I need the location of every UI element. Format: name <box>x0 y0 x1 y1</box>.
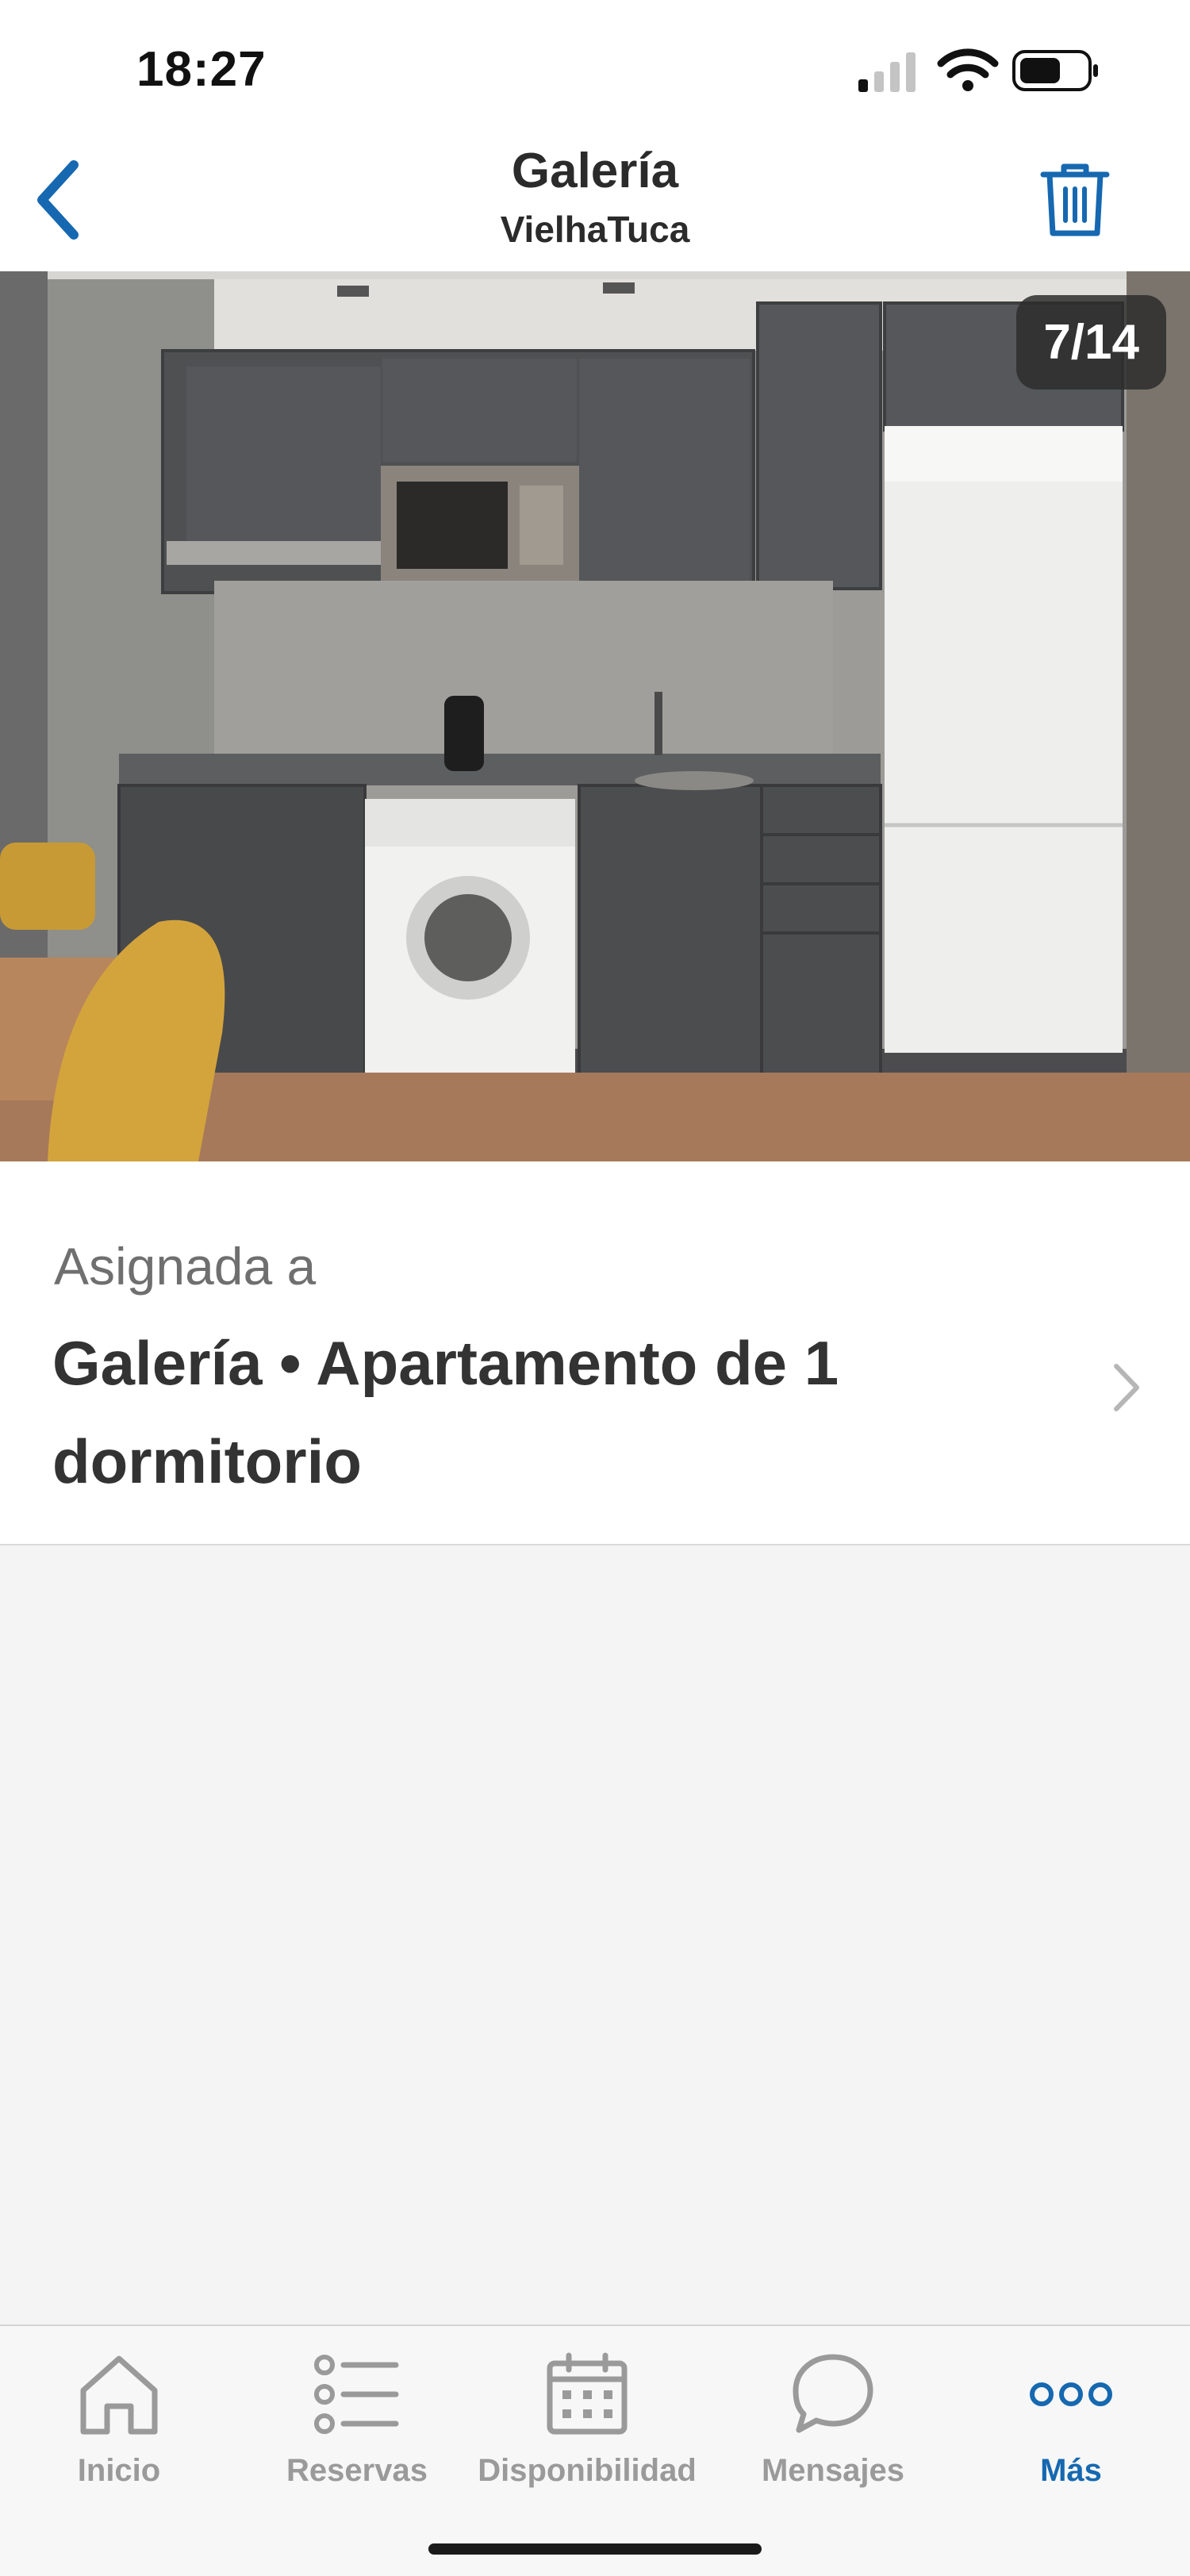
kitchen-photo[interactable]: 7/14 <box>0 271 1190 1161</box>
tab-label: Mensajes <box>761 2453 905 2488</box>
list-icon <box>314 2355 399 2434</box>
tab-disponibilidad[interactable]: Disponibilidad <box>476 2326 698 2516</box>
tab-label: Inicio <box>77 2453 161 2488</box>
battery-icon <box>1012 50 1098 91</box>
photo-counter: 7/14 <box>1016 295 1166 390</box>
assigned-label: Asignada a <box>54 1237 317 1296</box>
tab-label: Reservas <box>286 2453 428 2488</box>
status-bar: 18:27 <box>0 0 1190 135</box>
kitchen-image <box>0 271 1190 1161</box>
tab-inicio[interactable]: Inicio <box>48 2326 190 2516</box>
calendar-icon <box>547 2352 628 2435</box>
delete-photo-button[interactable] <box>1031 152 1119 248</box>
more-dots-icon <box>1030 2382 1112 2406</box>
navigation-header: Galería VielhaTuca <box>0 135 1190 271</box>
chevron-right-icon <box>1114 1364 1139 1411</box>
trash-icon <box>1040 163 1110 236</box>
page-title: Galería <box>511 144 679 198</box>
assigned-unit-row[interactable]: Asignada a Galería • Apartamento de 1 do… <box>0 1161 1190 1545</box>
assigned-unit-name: Galería • Apartamento de 1 dormitorio <box>52 1328 839 1496</box>
tab-mensajes[interactable]: Mensajes <box>746 2326 920 2516</box>
cellular-signal-icon <box>858 52 916 92</box>
chat-bubble-icon <box>793 2354 873 2433</box>
home-icon <box>80 2355 158 2435</box>
tab-label: Disponibilidad <box>478 2453 697 2488</box>
tab-mas[interactable]: Más <box>996 2326 1146 2516</box>
wifi-icon <box>937 48 999 91</box>
tab-reservas[interactable]: Reservas <box>274 2326 440 2516</box>
home-indicator <box>428 2543 762 2555</box>
page-subtitle: VielhaTuca <box>500 209 690 250</box>
bottom-tab-bar: Inicio Reservas Disponibilidad Mensajes … <box>0 2325 1190 2576</box>
tab-label: Más <box>1040 2453 1102 2488</box>
status-time: 18:27 <box>136 42 267 97</box>
